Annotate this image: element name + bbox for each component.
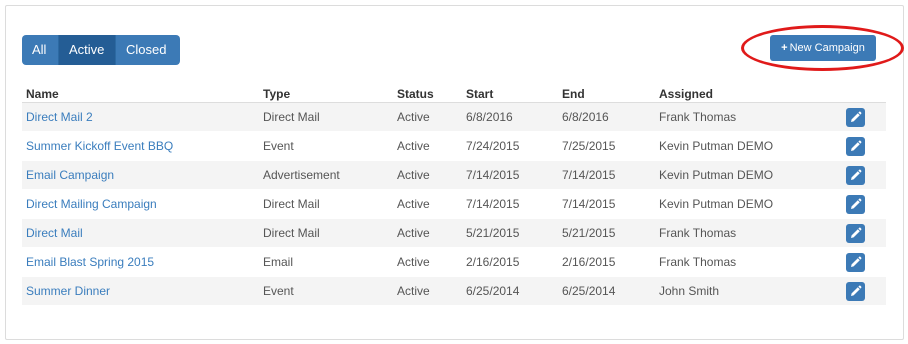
new-campaign-button[interactable]: + New Campaign <box>770 35 876 61</box>
cell-actions <box>805 247 886 277</box>
cell-actions <box>805 160 886 190</box>
cell-assigned: John Smith <box>655 276 805 306</box>
edit-button[interactable] <box>846 165 865 185</box>
table-row: Direct Mail 2 Direct Mail Active 6/8/2016 6/… <box>22 102 886 132</box>
cell-actions <box>805 102 886 132</box>
cell-name[interactable]: Summer Dinner <box>22 276 259 306</box>
cell-assigned: Frank Thomas <box>655 218 805 248</box>
table-row: Summer Dinner Event Active 6/25/2014 6/25/20… <box>22 276 886 306</box>
pencil-icon <box>851 256 862 267</box>
filter-all-button[interactable]: All <box>22 35 59 65</box>
cell-end: 6/8/2016 <box>558 102 655 132</box>
cell-start: 7/14/2015 <box>462 189 558 219</box>
campaigns-table: Name Type Status Start End Assigned Dire… <box>22 87 886 306</box>
pencil-icon <box>851 169 862 180</box>
cell-type: Direct Mail <box>259 102 393 132</box>
cell-status: Active <box>393 131 462 161</box>
cell-name[interactable]: Summer Kickoff Event BBQ <box>22 131 259 161</box>
cell-start: 5/21/2015 <box>462 218 558 248</box>
cell-name[interactable]: Email Campaign <box>22 160 259 190</box>
cell-type: Direct Mail <box>259 189 393 219</box>
pencil-icon <box>851 140 862 151</box>
cell-assigned: Kevin Putman DEMO <box>655 160 805 190</box>
cell-end: 5/21/2015 <box>558 218 655 248</box>
cell-name[interactable]: Email Blast Spring 2015 <box>22 247 259 277</box>
cell-status: Active <box>393 102 462 132</box>
cell-assigned: Kevin Putman DEMO <box>655 189 805 219</box>
cell-name[interactable]: Direct Mailing Campaign <box>22 189 259 219</box>
table-row: Summer Kickoff Event BBQ Event Active 7/24/… <box>22 131 886 161</box>
filter-active-button[interactable]: Active <box>59 35 116 65</box>
cell-type: Advertisement <box>259 160 393 190</box>
cell-assigned: Kevin Putman DEMO <box>655 131 805 161</box>
status-filter-group: All Active Closed <box>22 35 180 65</box>
edit-button[interactable] <box>846 107 865 127</box>
column-header-end[interactable]: End <box>558 87 655 103</box>
cell-status: Active <box>393 218 462 248</box>
cell-start: 7/24/2015 <box>462 131 558 161</box>
cell-start: 6/8/2016 <box>462 102 558 132</box>
table-row: Email Blast Spring 2015 Email Active 2/16/2… <box>22 247 886 277</box>
cell-status: Active <box>393 160 462 190</box>
cell-assigned: Frank Thomas <box>655 247 805 277</box>
pencil-icon <box>851 227 862 238</box>
column-header-start[interactable]: Start <box>462 87 558 103</box>
cell-type: Direct Mail <box>259 218 393 248</box>
cell-end: 2/16/2015 <box>558 247 655 277</box>
cell-name[interactable]: Direct Mail 2 <box>22 102 259 132</box>
cell-name[interactable]: Direct Mail <box>22 218 259 248</box>
cell-actions <box>805 218 886 248</box>
cell-status: Active <box>393 247 462 277</box>
pencil-icon <box>851 111 862 122</box>
column-header-assigned[interactable]: Assigned <box>655 87 805 103</box>
cell-start: 2/16/2015 <box>462 247 558 277</box>
cell-actions <box>805 276 886 306</box>
pencil-icon <box>851 285 862 296</box>
cell-actions <box>805 131 886 161</box>
edit-button[interactable] <box>846 281 865 301</box>
edit-button[interactable] <box>846 252 865 272</box>
cell-status: Active <box>393 189 462 219</box>
cell-actions <box>805 189 886 219</box>
table-row: Direct Mail Direct Mail Active 5/21/2015 5/2… <box>22 218 886 248</box>
new-campaign-label: New Campaign <box>789 42 865 54</box>
pencil-icon <box>851 198 862 209</box>
cell-type: Event <box>259 276 393 306</box>
table-header-row: Name Type Status Start End Assigned <box>22 87 886 103</box>
edit-button[interactable] <box>846 223 865 243</box>
cell-assigned: Frank Thomas <box>655 102 805 132</box>
cell-status: Active <box>393 276 462 306</box>
plus-icon: + <box>781 42 788 54</box>
table-row: Email Campaign Advertisement Active 7/14/20… <box>22 160 886 190</box>
column-header-type[interactable]: Type <box>259 87 393 103</box>
column-header-actions <box>805 87 886 103</box>
cell-end: 7/14/2015 <box>558 189 655 219</box>
edit-button[interactable] <box>846 136 865 156</box>
cell-end: 7/25/2015 <box>558 131 655 161</box>
column-header-status[interactable]: Status <box>393 87 462 103</box>
table-row: Direct Mailing Campaign Direct Mail Active… <box>22 189 886 219</box>
cell-start: 7/14/2015 <box>462 160 558 190</box>
edit-button[interactable] <box>846 194 865 214</box>
cell-type: Event <box>259 131 393 161</box>
cell-end: 6/25/2014 <box>558 276 655 306</box>
filter-closed-button[interactable]: Closed <box>116 35 180 65</box>
cell-end: 7/14/2015 <box>558 160 655 190</box>
column-header-name[interactable]: Name <box>22 87 259 103</box>
cell-type: Email <box>259 247 393 277</box>
cell-start: 6/25/2014 <box>462 276 558 306</box>
